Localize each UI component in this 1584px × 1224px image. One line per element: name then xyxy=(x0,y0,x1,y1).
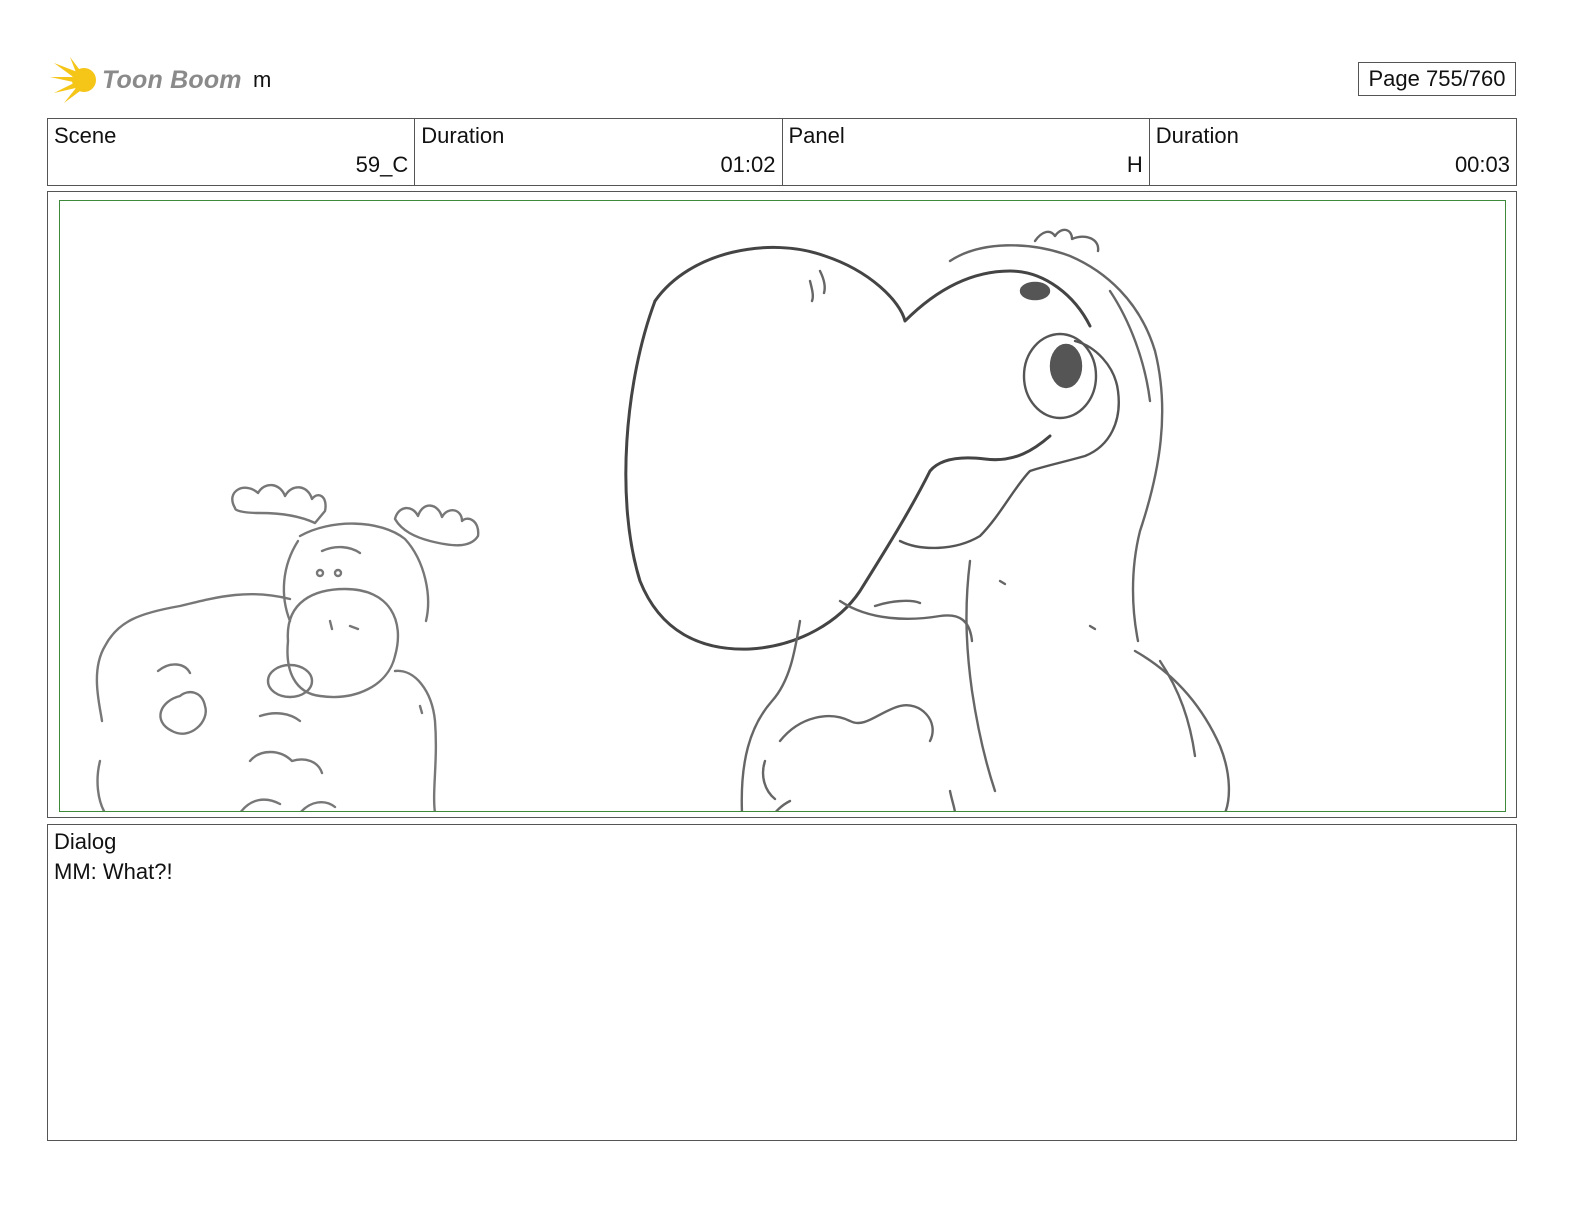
scene-label: Scene xyxy=(54,123,117,148)
toon-boom-logo: Toon Boom xyxy=(50,55,242,105)
storyboard-panel xyxy=(47,191,1517,818)
scene-duration-cell: Duration 01:02 xyxy=(415,119,783,185)
dialog-text: MM: What?! xyxy=(54,859,173,884)
project-title: m xyxy=(253,67,272,92)
dialog-label: Dialog xyxy=(54,829,117,854)
safe-area-frame xyxy=(59,200,1506,812)
page-indicator: Page 755/760 xyxy=(1358,62,1516,96)
panel-sketch xyxy=(95,228,1231,811)
panel-duration-cell: Duration 00:03 xyxy=(1150,119,1516,185)
scene-cell: Scene 59_C xyxy=(48,119,416,185)
logo-text: Toon Boom xyxy=(102,65,242,94)
dialog-box: Dialog MM: What?! xyxy=(47,824,1517,1141)
moose-sketch xyxy=(95,483,480,811)
scene-duration-label: Duration xyxy=(421,123,505,148)
panel-label: Panel xyxy=(788,123,845,148)
bird-sketch xyxy=(624,228,1231,811)
panel-value: H xyxy=(1126,152,1143,177)
scene-duration-value: 01:02 xyxy=(720,152,776,177)
starburst-icon xyxy=(50,57,96,103)
panel-info-row: Scene 59_C Duration 01:02 Panel H Durati… xyxy=(47,118,1517,186)
panel-duration-value: 00:03 xyxy=(1454,152,1510,177)
panel-cell: Panel H xyxy=(783,119,1150,185)
scene-value: 59_C xyxy=(355,152,409,177)
panel-duration-label: Duration xyxy=(1155,123,1239,148)
